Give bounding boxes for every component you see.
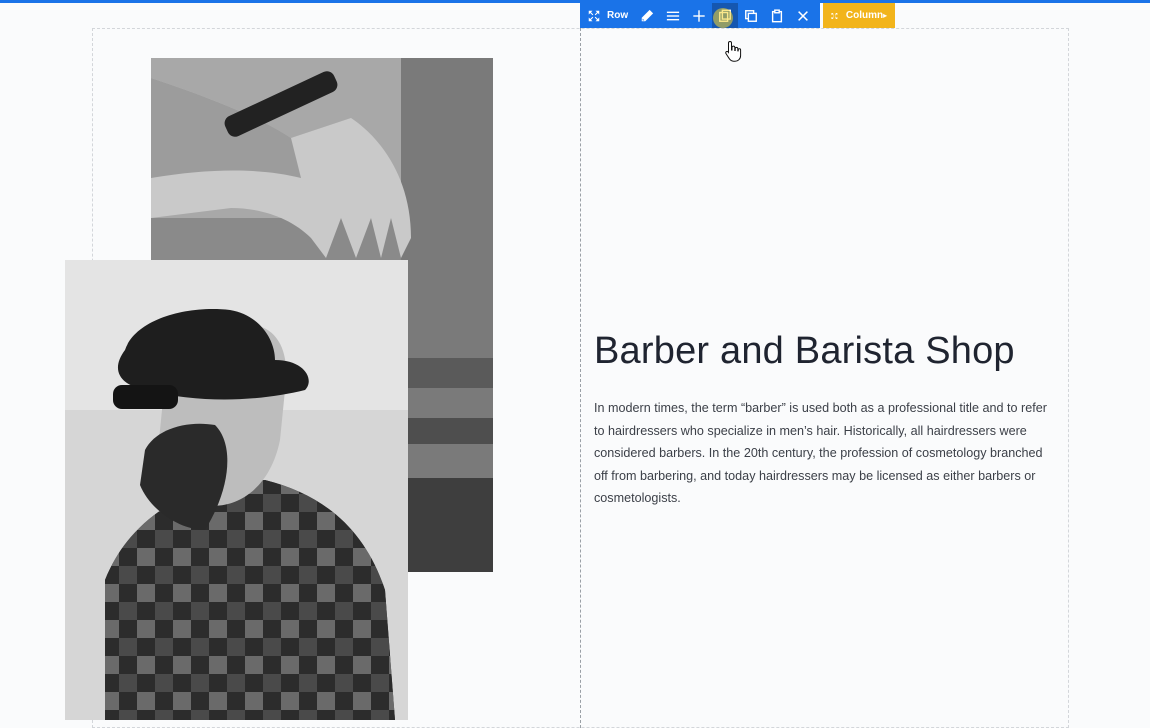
chevron-right-icon: ▸ <box>883 11 888 20</box>
copy-row-button[interactable] <box>738 3 764 28</box>
top-accent-bar <box>0 0 1150 3</box>
delete-icon <box>798 10 809 21</box>
row-move-button[interactable]: Row <box>584 3 634 28</box>
settings-icon <box>666 11 680 20</box>
row-label: Row <box>607 10 629 21</box>
edit-row-button[interactable] <box>634 3 660 28</box>
page-title: Barber and Barista Shop <box>594 330 1015 372</box>
edit-icon <box>641 9 654 21</box>
column-toolbar-button[interactable]: Column ▸ <box>823 3 896 28</box>
click-highlight <box>713 8 733 28</box>
paste-icon <box>772 8 783 22</box>
column-label: Column <box>845 10 884 21</box>
column-divider <box>580 28 581 728</box>
paste-row-button[interactable] <box>764 3 790 28</box>
bearded-man-photo <box>65 260 408 720</box>
add-icon <box>693 9 705 22</box>
column-move-icon <box>831 12 838 19</box>
copy-icon <box>745 9 758 22</box>
add-row-button[interactable] <box>686 3 712 28</box>
row-settings-button[interactable] <box>660 3 686 28</box>
move-icon <box>588 10 600 21</box>
row-toolbar: Row Column ▸ <box>580 3 896 28</box>
row-toolbar-actions: Row <box>580 3 821 28</box>
delete-row-button[interactable] <box>790 3 816 28</box>
hand-pointer-icon <box>725 40 742 62</box>
body-paragraph: In modern times, the term “barber” is us… <box>594 401 1047 505</box>
